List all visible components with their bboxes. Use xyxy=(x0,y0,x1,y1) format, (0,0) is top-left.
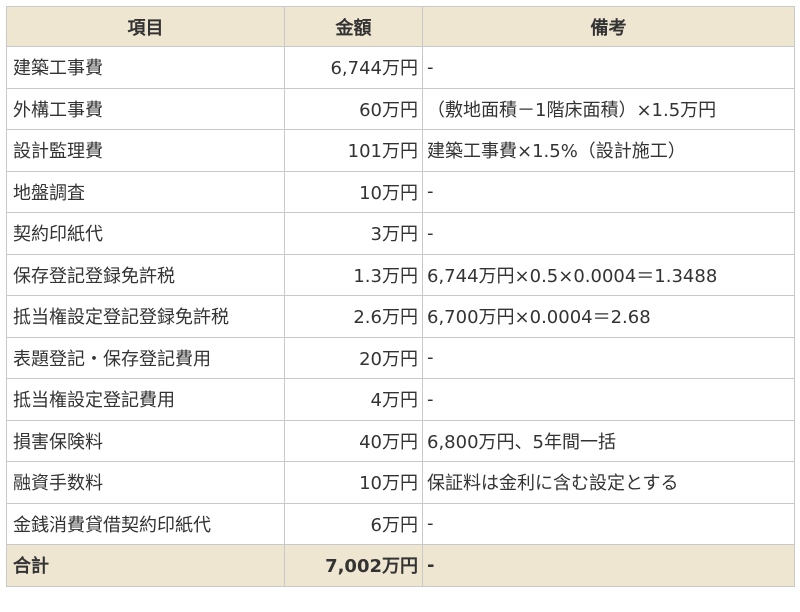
table-row: 融資手数料 10万円 保証料は金利に含む設定とする xyxy=(6,461,795,504)
row-note: （敷地面積－1階床面積）×1.5万円 xyxy=(422,87,795,130)
row-item: 契約印紙代 xyxy=(6,212,285,255)
row-item: 融資手数料 xyxy=(6,461,285,504)
table-row: 表題登記・保存登記費用 20万円 - xyxy=(6,336,795,379)
table-row: 設計監理費 101万円 建築工事費×1.5%（設計施工） xyxy=(6,129,795,172)
row-note: - xyxy=(422,170,795,213)
table-row: 外構工事費 60万円 （敷地面積－1階床面積）×1.5万円 xyxy=(6,87,795,130)
header-amount: 金額 xyxy=(284,6,423,47)
table-row: 抵当権設定登記登録免許税 2.6万円 6,700万円×0.0004＝2.68 xyxy=(6,295,795,338)
table-row: 建築工事費 6,744万円 - xyxy=(6,46,795,89)
table-row: 金銭消費貸借契約印紙代 6万円 - xyxy=(6,502,795,545)
row-amount: 1.3万円 xyxy=(284,253,423,296)
row-amount: 20万円 xyxy=(284,336,423,379)
table-header-row: 項目 金額 備考 xyxy=(6,6,795,47)
row-amount: 101万円 xyxy=(284,129,423,172)
row-note: 建築工事費×1.5%（設計施工） xyxy=(422,129,795,172)
row-amount: 6万円 xyxy=(284,502,423,545)
total-amount: 7,002万円 xyxy=(284,544,423,587)
row-item: 建築工事費 xyxy=(6,46,285,89)
table-row: 損害保険料 40万円 6,800万円、5年間一括 xyxy=(6,419,795,462)
row-note: 保証料は金利に含む設定とする xyxy=(422,461,795,504)
row-item: 地盤調査 xyxy=(6,170,285,213)
row-amount: 6,744万円 xyxy=(284,46,423,89)
row-amount: 60万円 xyxy=(284,87,423,130)
row-note: 6,700万円×0.0004＝2.68 xyxy=(422,295,795,338)
row-note: 6,744万円×0.5×0.0004＝1.3488 xyxy=(422,253,795,296)
row-amount: 10万円 xyxy=(284,170,423,213)
header-item: 項目 xyxy=(6,6,285,47)
table-row: 抵当権設定登記費用 4万円 - xyxy=(6,378,795,421)
row-note: - xyxy=(422,502,795,545)
row-item: 損害保険料 xyxy=(6,419,285,462)
table-row: 契約印紙代 3万円 - xyxy=(6,212,795,255)
row-item: 保存登記登録免許税 xyxy=(6,253,285,296)
row-amount: 4万円 xyxy=(284,378,423,421)
table-total-row: 合計 7,002万円 - xyxy=(6,544,795,587)
row-note: - xyxy=(422,336,795,379)
header-note: 備考 xyxy=(422,6,795,47)
row-note: 6,800万円、5年間一括 xyxy=(422,419,795,462)
table-row: 地盤調査 10万円 - xyxy=(6,170,795,213)
total-item: 合計 xyxy=(6,544,285,587)
row-note: - xyxy=(422,46,795,89)
cost-table-container: 項目 金額 備考 建築工事費 6,744万円 - 外構工事費 60万円 （敷地面… xyxy=(0,0,800,587)
row-item: 金銭消費貸借契約印紙代 xyxy=(6,502,285,545)
row-amount: 3万円 xyxy=(284,212,423,255)
row-amount: 2.6万円 xyxy=(284,295,423,338)
row-note: - xyxy=(422,378,795,421)
cost-table: 項目 金額 備考 建築工事費 6,744万円 - 外構工事費 60万円 （敷地面… xyxy=(6,6,795,587)
row-item: 外構工事費 xyxy=(6,87,285,130)
row-item: 設計監理費 xyxy=(6,129,285,172)
table-row: 保存登記登録免許税 1.3万円 6,744万円×0.5×0.0004＝1.348… xyxy=(6,253,795,296)
total-note: - xyxy=(422,544,795,587)
row-item: 抵当権設定登記登録免許税 xyxy=(6,295,285,338)
row-item: 抵当権設定登記費用 xyxy=(6,378,285,421)
row-item: 表題登記・保存登記費用 xyxy=(6,336,285,379)
row-amount: 10万円 xyxy=(284,461,423,504)
row-note: - xyxy=(422,212,795,255)
row-amount: 40万円 xyxy=(284,419,423,462)
